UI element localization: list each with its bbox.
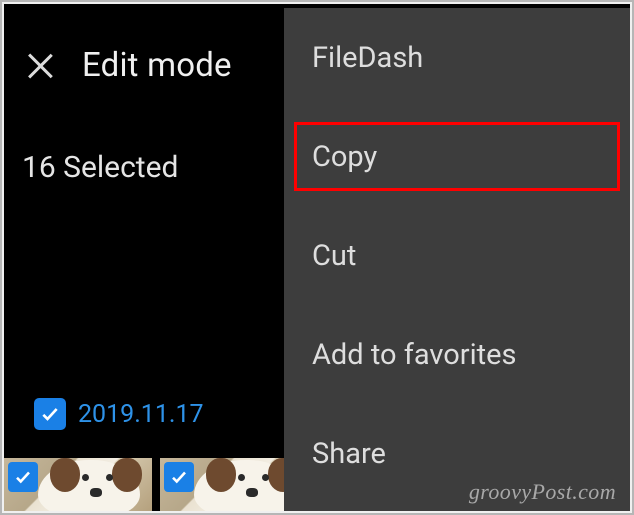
menu-item-cut[interactable]: Cut: [284, 206, 630, 305]
menu-item-share[interactable]: Share: [284, 404, 630, 503]
menu-item-label: Add to favorites: [312, 338, 517, 372]
menu-item-label: FileDash: [312, 41, 423, 75]
menu-item-copy[interactable]: Copy: [284, 107, 630, 206]
menu-item-filedash[interactable]: FileDash: [284, 8, 630, 107]
date-label: 2019.11.17: [78, 400, 204, 429]
header: Edit mode: [26, 46, 232, 85]
date-group-row[interactable]: 2019.11.17: [34, 398, 204, 430]
menu-item-label: Cut: [312, 239, 356, 273]
app-screen: Edit mode 16 Selected 2019.11.17: [4, 4, 630, 511]
menu-item-add-to-favorites[interactable]: Add to favorites: [284, 305, 630, 404]
thumbnail-checkbox[interactable]: [164, 462, 194, 492]
date-checkbox[interactable]: [34, 398, 66, 430]
close-icon[interactable]: [26, 52, 54, 80]
selection-count-label: 16 Selected: [22, 150, 178, 185]
menu-item-label: Share: [312, 437, 386, 471]
check-icon: [170, 468, 188, 486]
context-menu: FileDash Copy Cut Add to favorites Share: [284, 8, 630, 511]
check-icon: [40, 404, 60, 424]
thumbnail-item[interactable]: [4, 458, 152, 511]
page-title: Edit mode: [82, 46, 232, 85]
check-icon: [14, 468, 32, 486]
menu-item-label: Copy: [312, 140, 377, 174]
thumbnail-checkbox[interactable]: [8, 462, 38, 492]
thumbnail-strip: [4, 458, 308, 511]
